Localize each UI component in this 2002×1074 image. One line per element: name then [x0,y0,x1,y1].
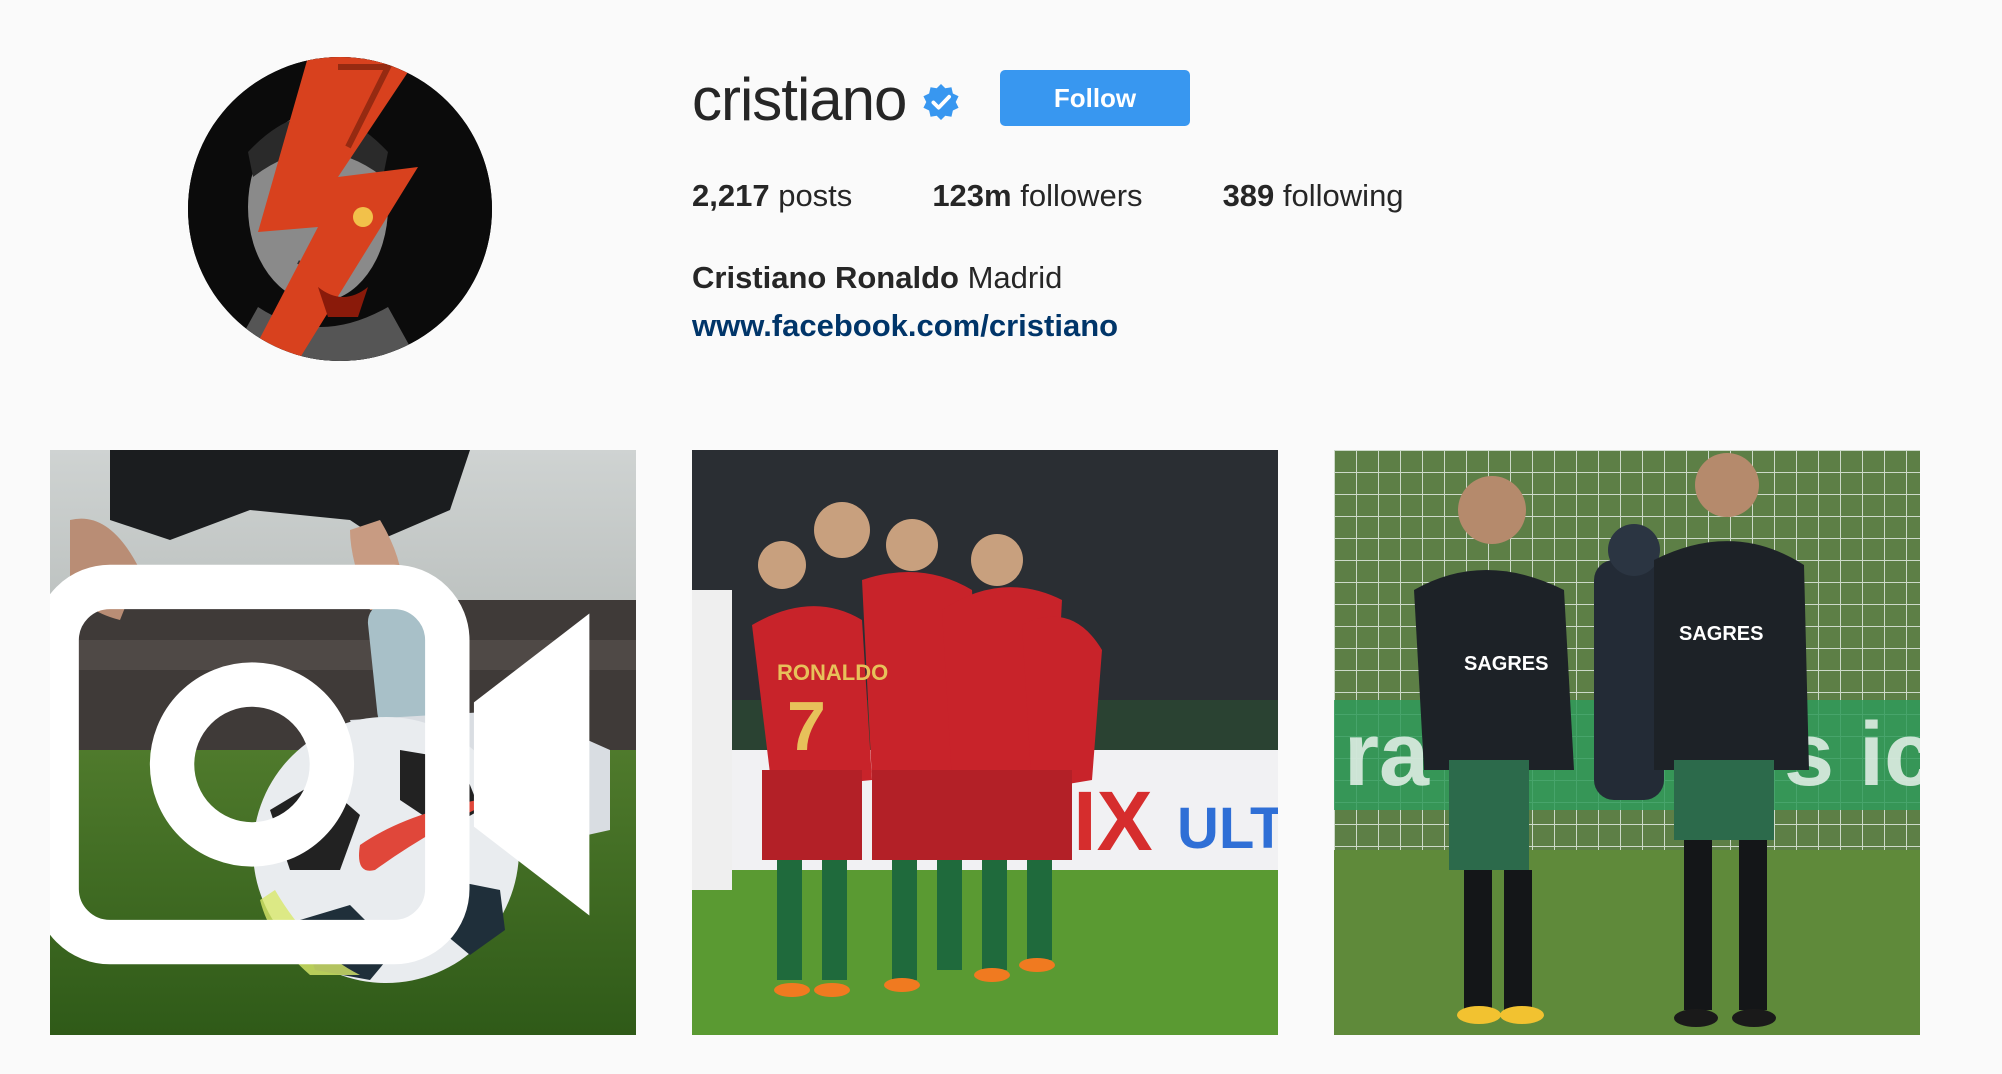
post-image-team-celebration: LIX ULT RONALDO 7 [692,450,1278,1035]
svg-text:ULT: ULT [1177,796,1278,861]
following-label: following [1282,178,1404,213]
posts-count: 2,217 [692,178,770,213]
profile-stats: 2,217 posts 123m followers 389 following [692,176,1484,216]
username: cristiano [692,66,907,133]
svg-text:SAGRES: SAGRES [1679,623,1763,645]
profile-avatar[interactable] [188,57,492,361]
post-thumbnail-2[interactable]: LIX ULT RONALDO 7 [692,450,1278,1035]
bio-text: Madrid [967,260,1063,295]
verified-badge-icon [923,83,959,121]
website-link[interactable]: www.facebook.com/cristiano [692,306,1118,346]
avatar-image [188,57,492,361]
followers-stat[interactable]: 123m followers [932,176,1142,216]
followers-count: 123m [932,178,1012,213]
profile-bio: Cristiano Ronaldo Madrid [692,258,1062,298]
video-icon [50,564,590,965]
following-count: 389 [1222,178,1275,213]
follow-button[interactable]: Follow [1000,70,1190,126]
post-thumbnail-3[interactable]: ra t s ic SAGRES SAGRES [1334,450,1920,1035]
posts-label: posts [778,178,853,213]
full-name: Cristiano Ronaldo [692,260,959,295]
post-image-training: ra t s ic SAGRES SAGRES [1334,450,1920,1035]
following-stat[interactable]: 389 following [1223,176,1404,216]
svg-text:RONALDO: RONALDO [777,660,888,685]
posts-stat: 2,217 posts [692,176,852,216]
username-row: cristiano [692,64,960,136]
followers-label: followers [1020,178,1143,213]
svg-text:SAGRES: SAGRES [1464,653,1548,675]
post-thumbnail-1[interactable] [50,450,636,1035]
svg-text:7: 7 [787,687,826,765]
